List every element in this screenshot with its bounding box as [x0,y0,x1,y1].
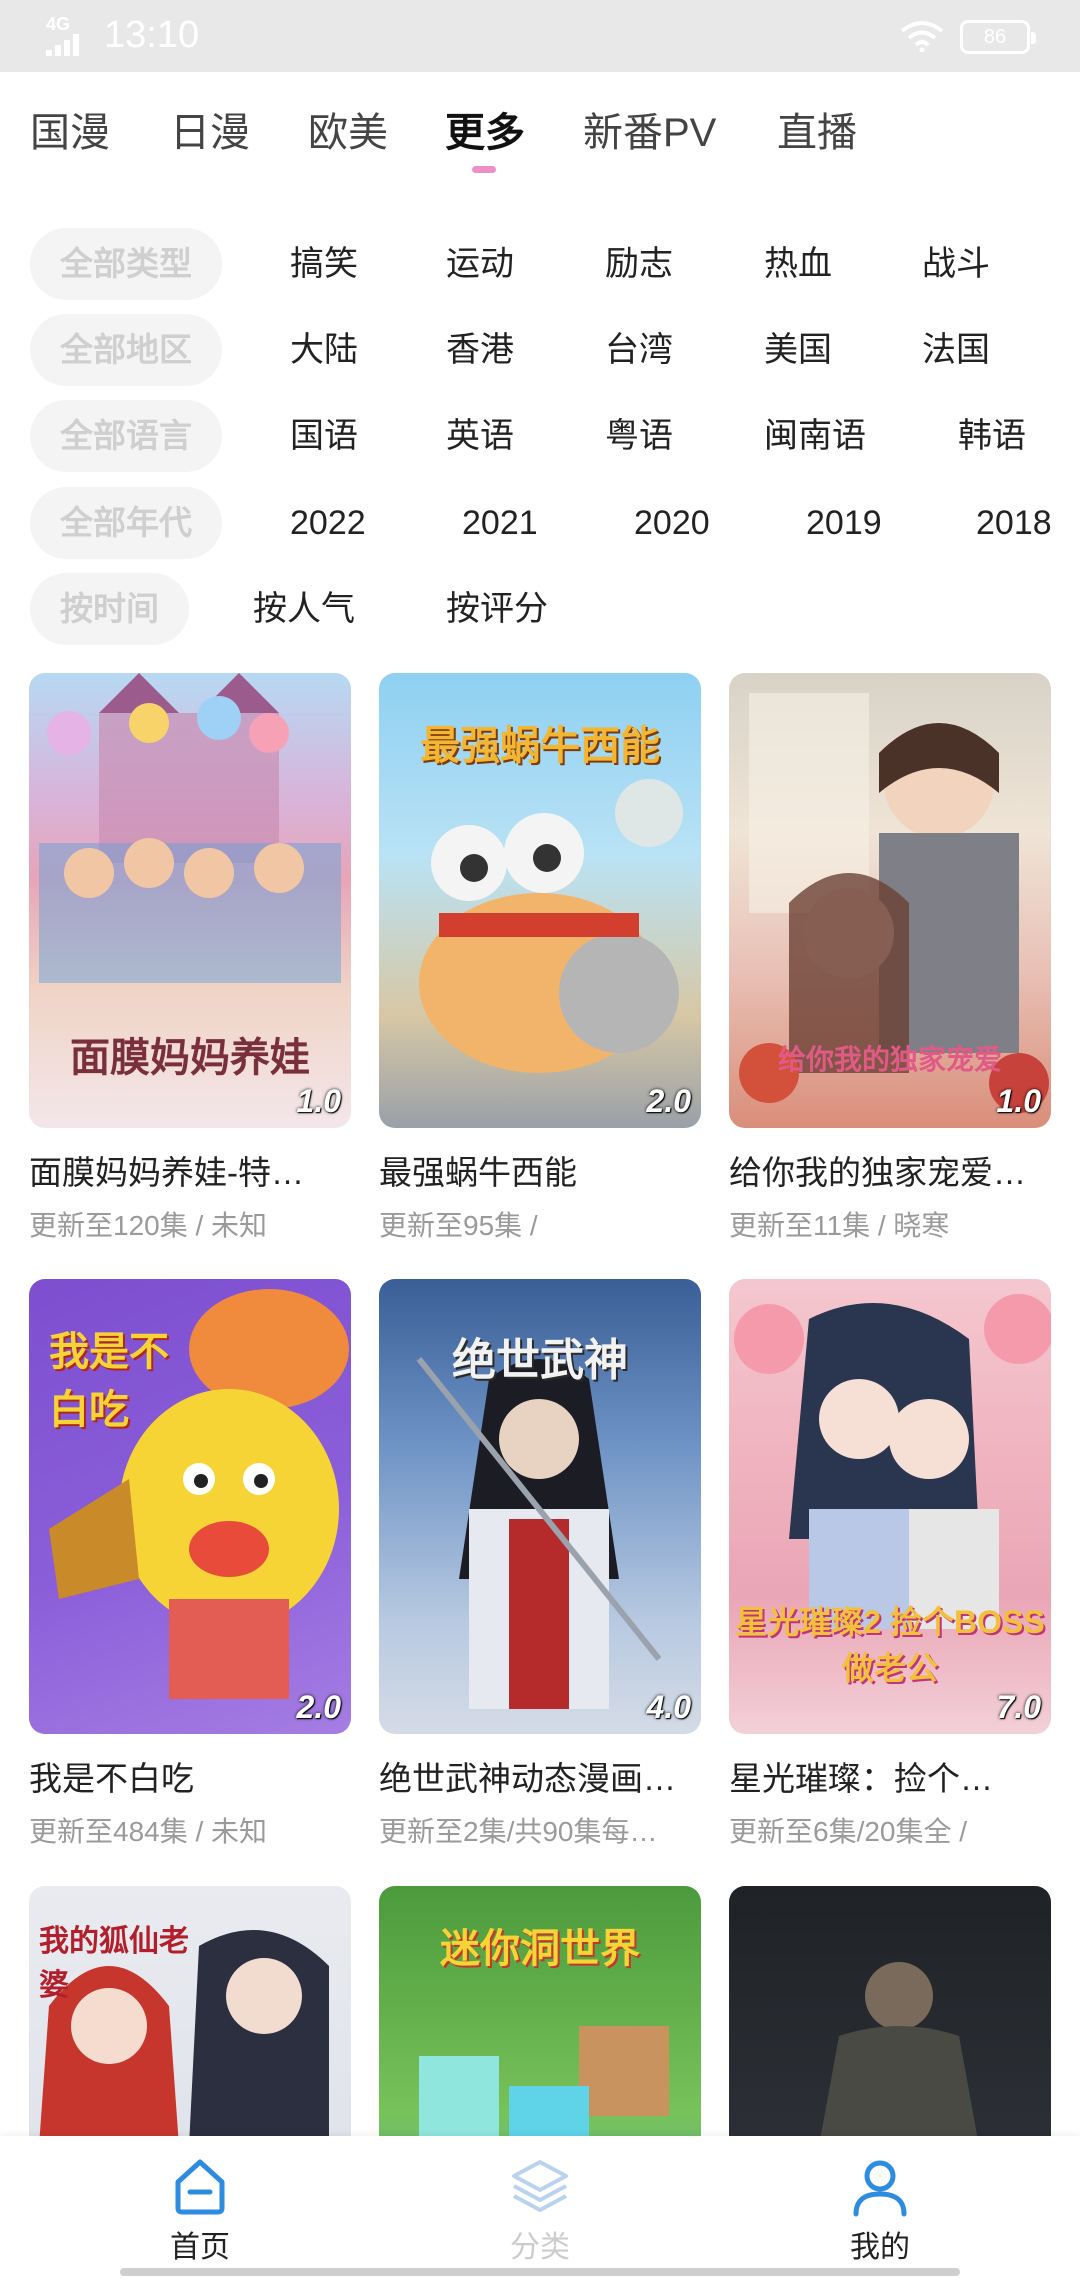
card-subtitle: 更新至484集 / 未知 [29,1816,268,1847]
anime-card[interactable]: 星光璀璨2 捡个BOSS做老公 7.0 星光璀璨：捡个… 更新至6集/20集全 … [729,1279,1051,1850]
filter-chip-by-time[interactable]: 按时间 [30,573,189,645]
cover-image: 绝世武神 4.0 [379,1279,701,1734]
nav-category[interactable]: 分类 [440,2136,640,2266]
filter-chip-all-types[interactable]: 全部类型 [30,228,222,300]
card-title: 给你我的独家宠爱… [729,1154,1026,1191]
card-title: 我是不白吃 [29,1760,194,1797]
status-bar: 4G 13:10 86 [0,0,1080,72]
wifi-icon [900,21,944,52]
filter-row-sort: 按时间 按人气 按评分 [0,567,1080,647]
layers-icon [512,2160,568,2212]
filter-option[interactable]: 粤语 [605,400,673,472]
anime-card[interactable]: 面膜妈妈养娃 1.0 面膜妈妈养娃-特… 更新至120集 / 未知 [29,673,351,1244]
filter-option[interactable]: 英语 [446,400,514,472]
clock: 13:10 [104,14,200,56]
card-subtitle: 更新至120集 / 未知 [29,1210,268,1241]
cover-title: 星光璀璨2 捡个BOSS做老公 [735,1604,1045,1686]
tab-oumei[interactable]: 欧美 [308,100,388,158]
nav-home[interactable]: 首页 [100,2136,300,2266]
card-title: 最强蜗牛西能 [379,1154,577,1191]
anime-card[interactable]: 最强蜗牛西能 2.0 最强蜗牛西能 更新至95集 / [379,673,701,1244]
card-title: 面膜妈妈养娃-特… [29,1154,304,1191]
filter-chip-all-languages[interactable]: 全部语言 [30,400,222,472]
user-icon [853,2160,907,2217]
filter-option[interactable]: 励志 [605,228,673,300]
filter-option[interactable]: 2018 [976,487,1052,559]
tab-live[interactable]: 直播 [777,100,857,158]
card-subtitle: 更新至95集 / [379,1210,538,1241]
score-badge: 4.0 [646,1689,691,1725]
anime-card[interactable]: 我是不白吃 2.0 我是不白吃 更新至484集 / 未知 [29,1279,351,1850]
tab-more[interactable]: 更多 [445,100,525,158]
cover-image: 我是不白吃 2.0 [29,1279,351,1734]
bottom-nav: 首页 分类 我的 [0,2136,1080,2280]
cover-title: 我的狐仙老婆 [39,1925,189,2002]
cover-title: 给你我的独家宠爱 [777,1044,1002,1075]
nav-profile[interactable]: 我的 [780,2136,980,2266]
tab-new-pv[interactable]: 新番PV [583,100,716,158]
filter-option[interactable]: 香港 [446,314,514,386]
home-icon [175,2159,225,2215]
card-subtitle: 更新至11集 / 晓寒 [729,1210,950,1241]
anime-card[interactable]: 绝世武神 4.0 绝世武神动态漫画… 更新至2集/共90集每… [379,1279,701,1850]
cover-image: 给你我的独家宠爱 1.0 [729,673,1051,1128]
filter-option[interactable]: 2021 [462,487,538,559]
filter-option[interactable]: 大陆 [290,314,358,386]
tab-riman[interactable]: 日漫 [170,100,250,158]
filter-option[interactable]: 2020 [634,487,710,559]
cover-image: 面膜妈妈养娃 1.0 [29,673,351,1128]
filter-option[interactable]: 运动 [446,228,514,300]
filter-option[interactable]: 按人气 [253,573,355,645]
filter-option[interactable]: 战斗 [922,228,990,300]
battery-icon: 86 [960,20,1036,54]
filter-chip-all-years[interactable]: 全部年代 [30,487,222,559]
category-tabs: 国漫 日漫 欧美 更多 新番PV 直播 [0,90,1080,180]
nav-profile-label: 我的 [850,2231,910,2264]
nav-category-label: 分类 [510,2231,570,2264]
score-badge: 7.0 [996,1689,1041,1725]
filter-option[interactable]: 2022 [290,487,366,559]
filter-option[interactable]: 美国 [764,314,832,386]
score-badge: 2.0 [296,1689,341,1725]
filter-row-year: 全部年代 2022 2021 2020 2019 2018 [0,481,1080,561]
cover-image: 星光璀璨2 捡个BOSS做老公 7.0 [729,1279,1051,1734]
filter-chip-all-regions[interactable]: 全部地区 [30,314,222,386]
cover-title: 绝世武神 [452,1336,628,1385]
card-subtitle: 更新至6集/20集全 / [729,1816,968,1847]
filter-option[interactable]: 国语 [290,400,358,472]
filter-option[interactable]: 搞笑 [290,228,358,300]
filter-option[interactable]: 2019 [806,487,882,559]
filter-option[interactable]: 按评分 [446,573,548,645]
card-subtitle: 更新至2集/共90集每… [379,1816,658,1847]
cover-title: 我是不白吃 [49,1330,169,1432]
cover-image: 最强蜗牛西能 2.0 [379,673,701,1128]
filter-option[interactable]: 台湾 [605,314,673,386]
score-badge: 1.0 [296,1083,341,1119]
filter-row-type: 全部类型 搞笑 运动 励志 热血 战斗 [0,222,1080,302]
card-title: 绝世武神动态漫画… [379,1760,676,1797]
score-badge: 1.0 [996,1083,1041,1119]
cover-title: 迷你洞世界 [440,1927,640,1971]
card-title: 星光璀璨：捡个… [729,1760,993,1797]
active-tab-indicator [472,166,496,173]
system-home-indicator[interactable] [120,2268,960,2276]
anime-card[interactable]: 给你我的独家宠爱 1.0 给你我的独家宠爱… 更新至11集 / 晓寒 [729,673,1051,1244]
filter-row-language: 全部语言 国语 英语 粤语 闽南语 韩语 [0,394,1080,474]
nav-home-label: 首页 [170,2231,230,2264]
cover-title: 最强蜗牛西能 [420,724,660,768]
cover-title: 面膜妈妈养娃 [70,1036,310,1080]
filter-option[interactable]: 闽南语 [764,400,866,472]
filter-option[interactable]: 热血 [764,228,832,300]
tab-guoman[interactable]: 国漫 [30,100,110,158]
network-type: 4G [46,14,71,34]
filter-row-region: 全部地区 大陆 香港 台湾 美国 法国 [0,308,1080,388]
signal-icon [46,34,86,56]
filter-option[interactable]: 韩语 [958,400,1026,472]
score-badge: 2.0 [646,1083,691,1119]
filter-option[interactable]: 法国 [922,314,990,386]
